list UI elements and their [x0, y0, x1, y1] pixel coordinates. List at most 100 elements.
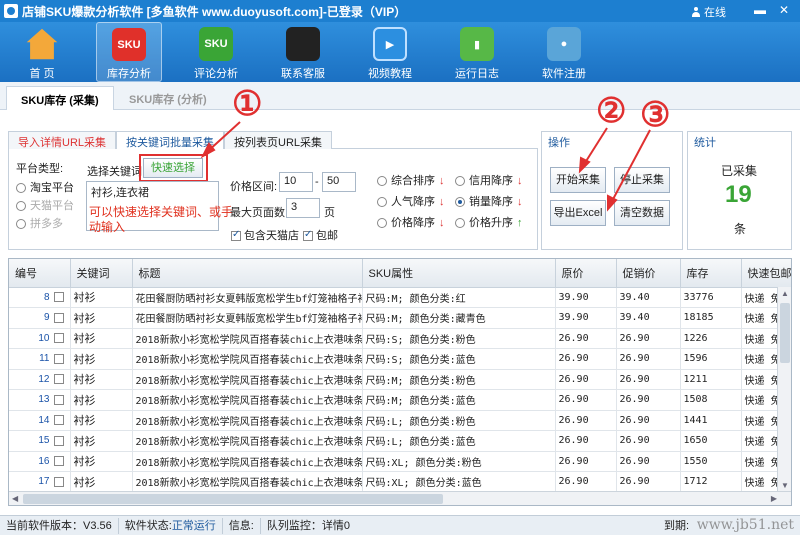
radio-sort-price-asc[interactable]	[455, 218, 465, 229]
price-cell: 26.90	[555, 471, 617, 493]
keyword-cell: 衬衫	[70, 389, 133, 411]
vertical-scrollbar[interactable]: ▲ ▼	[777, 287, 791, 492]
horizontal-scrollbar[interactable]: ◀ ▶	[9, 491, 791, 505]
promo-price-cell: 26.90	[616, 471, 681, 493]
table-row[interactable]: 14 衬衫2018新款小衫宽松学院风百搭春装chic上衣港味条纹...尺码:L; …	[9, 410, 791, 431]
price-cell: 26.90	[555, 348, 617, 370]
row-checkbox[interactable]	[53, 374, 64, 385]
col-header-shipping[interactable]: 快速包邮	[741, 259, 791, 288]
scroll-down-icon[interactable]: ▼	[781, 481, 789, 490]
sort-price-desc[interactable]: 价格降序 ↓	[377, 214, 445, 230]
title-cell: 花田餐厨防晒衬衫女夏韩版宽松学生bf灯笼袖格子衬...	[132, 307, 363, 329]
table-row[interactable]: 11 衬衫2018新款小衫宽松学院风百搭春装chic上衣港味条纹...尺码:S; …	[9, 348, 791, 370]
platform-tmall[interactable]: 天猫平台	[16, 197, 74, 213]
table-row[interactable]: 17 衬衫2018新款小衫宽松学院风百搭春装chic上衣港味条纹...尺码:XL;…	[9, 471, 791, 493]
toolbar-inventory-analysis[interactable]: SKU 库存分析	[96, 22, 162, 82]
table-row[interactable]: 10 衬衫2018新款小衫宽松学院风百搭春装chic上衣港味条纹...尺码:S; …	[9, 328, 791, 349]
radio-sort-sales[interactable]	[455, 197, 465, 208]
radio-pinduoduo[interactable]	[16, 219, 26, 230]
col-header-price[interactable]: 原价	[555, 259, 617, 288]
table-row[interactable]: 12 衬衫2018新款小衫宽松学院风百搭春装chic上衣港味条纹...尺码:M; …	[9, 369, 791, 390]
platform-pinduoduo[interactable]: 拼多多	[16, 215, 63, 231]
free-shipping-option[interactable]: 包邮	[303, 227, 338, 243]
radio-sort-comprehensive[interactable]	[377, 176, 387, 187]
col-header-promo[interactable]: 促销价	[616, 259, 681, 288]
toolbar-review-analysis[interactable]: SKU 评论分析	[183, 22, 249, 82]
sku-cell: 尺码:XL; 颜色分类:蓝色	[362, 471, 556, 493]
sort-price-asc-label: 价格升序	[469, 217, 513, 229]
radio-tmall[interactable]	[16, 201, 26, 212]
table-row[interactable]: 13 衬衫2018新款小衫宽松学院风百搭春装chic上衣港味条纹...尺码:M; …	[9, 389, 791, 411]
minimize-button[interactable]: ▬	[752, 2, 768, 18]
table-row[interactable]: 15 衬衫2018新款小衫宽松学院风百搭春装chic上衣港味条纹...尺码:L; …	[9, 430, 791, 452]
arrow-up-icon: ↑	[517, 217, 523, 229]
tab-sku-analyze[interactable]: SKU库存 (分析)	[115, 86, 221, 110]
row-checkbox[interactable]	[53, 333, 64, 344]
stock-cell: 1508	[680, 389, 742, 411]
row-number: 16	[38, 455, 50, 467]
promo-price-cell: 26.90	[616, 430, 681, 452]
sort-comprehensive[interactable]: 综合排序 ↓	[377, 172, 445, 188]
radio-taobao[interactable]	[16, 183, 26, 194]
sku-cell: 尺码:S; 颜色分类:蓝色	[362, 348, 556, 370]
stock-cell: 1211	[680, 369, 742, 390]
table-row[interactable]: 9 衬衫 花田餐厨防晒衬衫女夏韩版宽松学生bf灯笼袖格子衬... 尺码:M; 颜色分类…	[9, 307, 791, 329]
include-tmall-checkbox[interactable]	[231, 229, 241, 242]
row-checkbox[interactable]	[53, 435, 64, 446]
row-checkbox[interactable]	[53, 292, 64, 303]
scroll-left-icon[interactable]: ◀	[12, 494, 18, 503]
col-header-id[interactable]: 编号	[9, 259, 71, 288]
promo-price-cell: 39.40	[616, 307, 681, 329]
tab-sku-collect[interactable]: SKU库存 (采集)	[6, 86, 114, 110]
include-tmall-option[interactable]: 包含天猫店	[231, 227, 299, 243]
row-checkbox[interactable]	[53, 456, 64, 467]
row-checkbox[interactable]	[53, 353, 64, 364]
pages-input[interactable]: 3	[286, 198, 320, 218]
radio-sort-credit[interactable]	[455, 176, 465, 187]
toolbar-contact-support[interactable]: 联系客服	[270, 22, 336, 82]
home-icon	[26, 28, 58, 60]
tab-list-url[interactable]: 按列表页URL采集	[224, 131, 333, 149]
toolbar-register[interactable]: ● 软件注册	[531, 22, 597, 82]
horizontal-scroll-thumb[interactable]	[23, 494, 443, 504]
col-header-stock[interactable]: 库存	[680, 259, 742, 288]
sort-sales-desc[interactable]: 销量降序 ↓	[455, 193, 523, 209]
stop-collect-button[interactable]: 停止采集	[614, 167, 670, 193]
toolbar-video-tutorial[interactable]: ▶ 视频教程	[357, 22, 423, 82]
scroll-up-icon[interactable]: ▲	[781, 289, 789, 298]
free-shipping-checkbox[interactable]	[303, 229, 313, 242]
row-checkbox[interactable]	[53, 415, 64, 426]
play-icon: ▶	[373, 27, 407, 61]
table-body: 8 衬衫 花田餐厨防晒衬衫女夏韩版宽松学生bf灯笼袖格子衬... 尺码:M; 颜色分类…	[9, 287, 791, 493]
radio-sort-price-desc[interactable]	[377, 218, 387, 229]
price-min-input[interactable]: 10	[279, 172, 313, 192]
row-checkbox[interactable]	[53, 312, 64, 323]
sort-credit-desc[interactable]: 信用降序 ↓	[455, 172, 523, 188]
sort-price-asc[interactable]: 价格升序 ↑	[455, 214, 523, 230]
scroll-right-icon[interactable]: ▶	[771, 494, 777, 503]
row-number: 8	[43, 291, 50, 303]
sort-popularity-desc[interactable]: 人气降序 ↓	[377, 193, 445, 209]
radio-sort-popularity[interactable]	[377, 197, 387, 208]
row-checkbox[interactable]	[53, 394, 64, 405]
start-collect-button[interactable]: 开始采集	[550, 167, 606, 193]
row-checkbox[interactable]	[53, 476, 64, 487]
clear-data-button[interactable]: 清空数据	[614, 200, 670, 226]
table-row[interactable]: 8 衬衫 花田餐厨防晒衬衫女夏韩版宽松学生bf灯笼袖格子衬... 尺码:M; 颜色分类…	[9, 287, 791, 308]
col-header-sku[interactable]: SKU属性	[362, 259, 556, 288]
col-header-keyword[interactable]: 关键词	[70, 259, 133, 288]
close-button[interactable]: ✕	[776, 2, 792, 18]
toolbar-run-log[interactable]: ▮ 运行日志	[444, 22, 510, 82]
platform-taobao[interactable]: 淘宝平台	[16, 179, 74, 195]
price-max-input[interactable]: 50	[322, 172, 356, 192]
export-excel-button[interactable]: 导出Excel	[550, 200, 606, 226]
tab-keyword-batch[interactable]: 按关键词批量采集	[116, 131, 225, 149]
annotation-box-1	[139, 154, 208, 182]
vertical-scroll-thumb[interactable]	[780, 303, 790, 363]
toolbar-home[interactable]: 首 页	[9, 22, 75, 82]
user-status[interactable]: 在线	[691, 4, 726, 20]
col-header-title[interactable]: 标题	[132, 259, 363, 288]
stock-cell: 33776	[680, 287, 742, 308]
tab-import-url[interactable]: 导入详情URL采集	[8, 131, 117, 149]
table-row[interactable]: 16 衬衫2018新款小衫宽松学院风百搭春装chic上衣港味条纹...尺码:XL;…	[9, 451, 791, 472]
